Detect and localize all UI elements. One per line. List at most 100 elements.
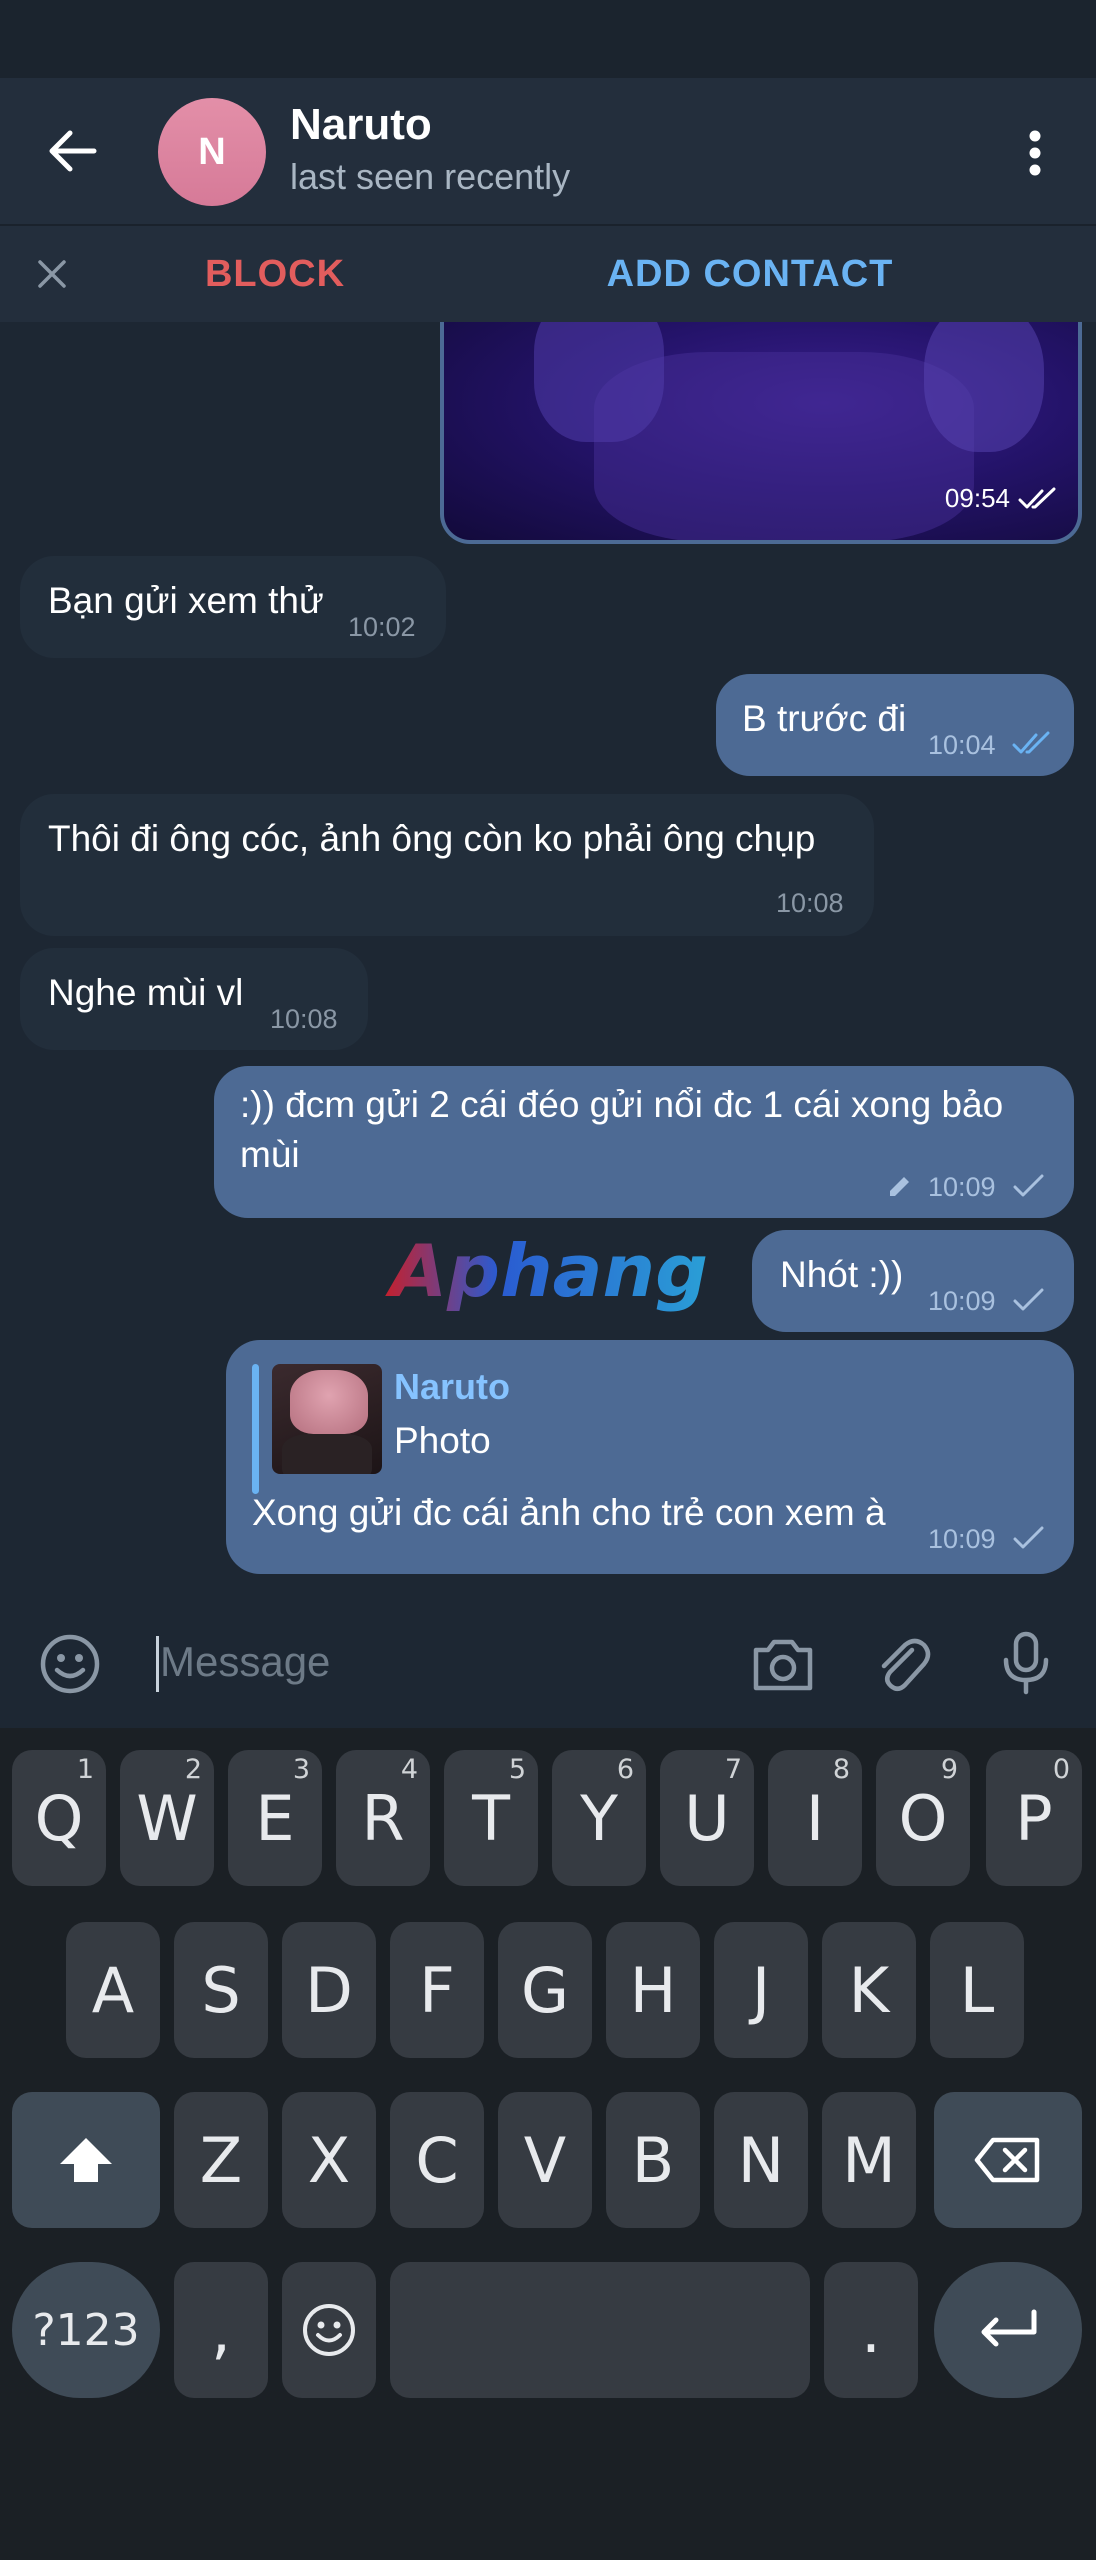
key-label: R	[361, 1781, 405, 1855]
key-hint: 7	[724, 1754, 742, 1785]
key-y[interactable]: Y6	[552, 1750, 646, 1886]
key-hint: 6	[616, 1754, 634, 1785]
message-time: 09:54	[945, 483, 1058, 514]
outgoing-message[interactable]: B trước đi 10:04	[716, 674, 1074, 776]
key-j[interactable]: J	[714, 1922, 808, 2058]
thumbnail-content	[282, 1434, 372, 1474]
chat-title[interactable]: Naruto	[290, 100, 432, 150]
key-c[interactable]: C	[390, 2092, 484, 2228]
message-text: Bạn gửi xem thử	[48, 580, 324, 621]
photo-content-detail	[534, 322, 664, 442]
key-hint: 2	[184, 1754, 202, 1785]
thumbnail-content	[290, 1370, 368, 1434]
period-key[interactable]: .	[824, 2262, 918, 2398]
key-u[interactable]: U7	[660, 1750, 754, 1886]
reply-sender-name: Naruto	[394, 1366, 510, 1407]
backspace-icon	[974, 2137, 1040, 2183]
key-o[interactable]: O9	[876, 1750, 970, 1886]
enter-icon	[981, 2309, 1037, 2347]
key-label: E	[255, 1781, 295, 1855]
check-icon	[1013, 1174, 1044, 1197]
key-hint: 0	[1052, 1754, 1070, 1785]
message-time: 10:09	[928, 1172, 996, 1202]
key-t[interactable]: T5	[444, 1750, 538, 1886]
key-x[interactable]: X	[282, 2092, 376, 2228]
message-input[interactable]: Message	[160, 1638, 330, 1686]
incoming-message[interactable]: Nghe mùi vl 10:08	[20, 948, 368, 1050]
key-label: W	[136, 1781, 198, 1855]
watermark-logo: Aphang	[385, 1234, 708, 1313]
shift-arrow-icon	[60, 2138, 112, 2182]
incoming-message[interactable]: Thôi đi ông cóc, ảnh ông còn ko phải ông…	[20, 794, 874, 936]
photo-message[interactable]: 09:54	[440, 322, 1082, 544]
outgoing-reply-message[interactable]: Naruto Photo Xong gửi đc cái ảnh cho trẻ…	[226, 1340, 1074, 1574]
key-f[interactable]: F	[390, 1922, 484, 2058]
key-m[interactable]: M	[822, 2092, 916, 2228]
comma-key[interactable]: ,	[174, 2262, 268, 2398]
chat-status: last seen recently	[290, 156, 571, 197]
arrow-left-icon	[49, 130, 97, 172]
key-k[interactable]: K	[822, 1922, 916, 2058]
key-b[interactable]: B	[606, 2092, 700, 2228]
key-label: T	[472, 1781, 510, 1855]
attach-icon[interactable]	[872, 1632, 932, 1696]
enter-key[interactable]	[934, 2262, 1082, 2398]
more-vertical-icon	[1029, 130, 1041, 176]
svg-text:Aphang: Aphang	[385, 1234, 708, 1313]
symbols-key[interactable]: ?123	[12, 2262, 160, 2398]
incoming-message[interactable]: Bạn gửi xem thử 10:02	[20, 556, 446, 658]
back-button[interactable]	[38, 116, 108, 186]
photo-content-detail	[924, 322, 1044, 452]
double-check-icon	[1012, 731, 1050, 754]
block-button[interactable]: BLOCK	[180, 226, 370, 322]
emoji-icon	[303, 2304, 355, 2356]
avatar[interactable]: N	[158, 98, 266, 206]
key-z[interactable]: Z	[174, 2092, 268, 2228]
key-s[interactable]: S	[174, 1922, 268, 2058]
edit-pencil-icon	[890, 1177, 909, 1196]
key-g[interactable]: G	[498, 1922, 592, 2058]
emoji-icon[interactable]	[38, 1632, 102, 1696]
key-hint: 9	[940, 1754, 958, 1785]
backspace-key[interactable]	[934, 2092, 1082, 2228]
shift-key[interactable]	[12, 2092, 160, 2228]
key-i[interactable]: I8	[768, 1750, 862, 1886]
text-cursor	[156, 1636, 159, 1692]
emoji-key[interactable]	[282, 2262, 376, 2398]
status-bar	[0, 0, 1096, 78]
message-list[interactable]: 09:54 Bạn gửi xem thử 10:02 B trước đi 1…	[0, 322, 1096, 1598]
key-n[interactable]: N	[714, 2092, 808, 2228]
key-hint: 1	[76, 1754, 94, 1785]
outgoing-message[interactable]: :)) đcm gửi 2 cái đéo gửi nổi đc 1 cái x…	[214, 1066, 1074, 1218]
message-text: Xong gửi đc cái ảnh cho trẻ con xem à	[252, 1492, 886, 1533]
check-icon	[1013, 1288, 1044, 1311]
reply-accent-bar	[252, 1364, 259, 1494]
more-menu-button[interactable]	[1010, 118, 1060, 188]
message-time: 10:08	[270, 1004, 338, 1034]
key-a[interactable]: A	[66, 1922, 160, 2058]
key-l[interactable]: L	[930, 1922, 1024, 2058]
add-contact-button[interactable]: ADD CONTACT	[580, 226, 920, 322]
key-w[interactable]: W2	[120, 1750, 214, 1886]
on-screen-keyboard: Q1 W2 E3 R4 T5 Y6 U7 I8 O9 P0 A S D F G …	[0, 1728, 1096, 2560]
message-text-line: :)) đcm gửi 2 cái đéo gửi nổi đc 1 cái x…	[240, 1084, 1004, 1125]
microphone-icon[interactable]	[998, 1630, 1054, 1696]
message-time: 10:08	[776, 888, 844, 918]
camera-icon[interactable]	[750, 1634, 816, 1694]
chat-header: N Naruto last seen recently	[0, 78, 1096, 226]
message-time-text: 09:54	[944, 483, 1010, 513]
space-key[interactable]	[390, 2262, 810, 2398]
close-action-bar-button[interactable]	[26, 248, 78, 300]
key-d[interactable]: D	[282, 1922, 376, 2058]
key-q[interactable]: Q1	[12, 1750, 106, 1886]
double-check-icon	[1018, 487, 1056, 508]
outgoing-message[interactable]: Nhót :)) 10:09	[752, 1230, 1074, 1332]
key-e[interactable]: E3	[228, 1750, 322, 1886]
message-composer: Message	[0, 1598, 1096, 1728]
message-text: Nhót :))	[780, 1254, 904, 1295]
key-r[interactable]: R4	[336, 1750, 430, 1886]
key-hint: 5	[508, 1754, 526, 1785]
key-h[interactable]: H	[606, 1922, 700, 2058]
key-p[interactable]: P0	[986, 1750, 1082, 1886]
key-v[interactable]: V	[498, 2092, 592, 2228]
